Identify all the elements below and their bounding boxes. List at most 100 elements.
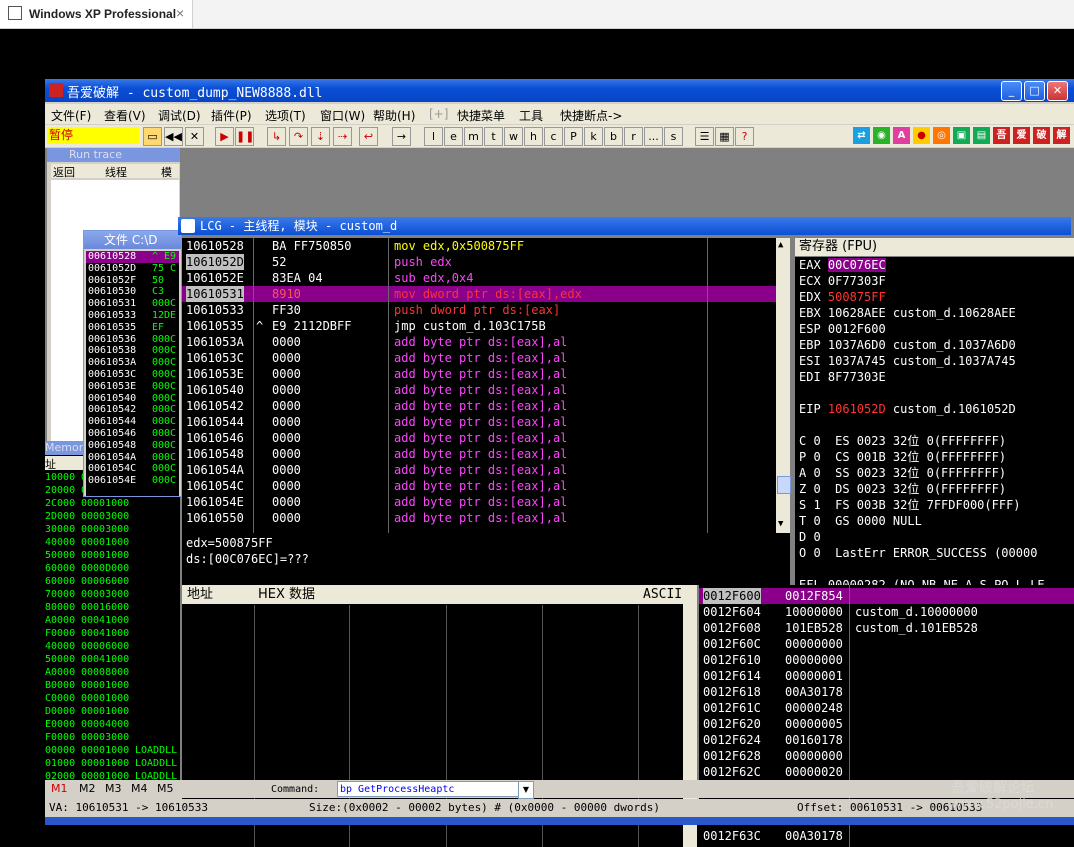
tb-w[interactable]: w: [504, 127, 523, 146]
menu-quick-bp[interactable]: 快捷断点->: [560, 107, 622, 124]
pause-icon[interactable]: ❚❚: [235, 127, 254, 146]
tb-l[interactable]: l: [424, 127, 443, 146]
file-row[interactable]: 0061053E 000C: [86, 381, 179, 393]
registers-header[interactable]: 寄存器 (FPU): [795, 238, 1074, 256]
disasm-scrollbar[interactable]: ▲ ▼: [776, 238, 791, 533]
trace-into-icon[interactable]: ⇣: [311, 127, 330, 146]
tb-p[interactable]: P: [564, 127, 583, 146]
file-row[interactable]: 00610531 000C: [86, 298, 179, 310]
file-row[interactable]: 00610542 000C: [86, 404, 179, 416]
menu-debug[interactable]: 调试(D): [158, 107, 201, 124]
register-row[interactable]: ESI 1037A745 custom_d.1037A745: [799, 353, 1016, 369]
col-return[interactable]: 返回: [53, 164, 75, 180]
register-row[interactable]: O 0 LastErr ERROR_SUCCESS (00000: [799, 545, 1037, 561]
stack-row[interactable]: 0012F618 00A30178: [699, 684, 1074, 700]
execute-till-return-icon[interactable]: ↩: [359, 127, 378, 146]
run-icon[interactable]: ▶: [215, 127, 234, 146]
stack-row[interactable]: 0012F63C 00A30178: [699, 828, 1074, 844]
disasm-row[interactable]: 1061054E 0000 add byte ptr ds:[eax],al: [182, 494, 776, 510]
disasm-row[interactable]: 10610546 0000 add byte ptr ds:[eax],al: [182, 430, 776, 446]
tb-e[interactable]: e: [444, 127, 463, 146]
goto-icon[interactable]: →: [392, 127, 411, 146]
close-x-icon[interactable]: ✕: [185, 127, 204, 146]
tb-b[interactable]: b: [604, 127, 623, 146]
register-row[interactable]: Z 0 DS 0023 32位 0(FFFFFFFF): [799, 481, 1006, 497]
register-row[interactable]: D 0: [799, 529, 821, 545]
file-row[interactable]: 0061052D 75 C: [86, 263, 179, 275]
dump-col-address[interactable]: 地址: [187, 585, 213, 604]
tab-m4[interactable]: M4: [131, 782, 148, 795]
register-row[interactable]: EBP 1037A6D0 custom_d.1037A6D0: [799, 337, 1016, 353]
tb-h[interactable]: h: [524, 127, 543, 146]
stack-row[interactable]: 0012F600 0012F854: [699, 588, 1074, 604]
tb-r[interactable]: r: [624, 127, 643, 146]
stack-row[interactable]: 0012F604 10000000 custom_d.10000000: [699, 604, 1074, 620]
stack-row[interactable]: 0012F61C 00000248: [699, 700, 1074, 716]
disasm-row[interactable]: 1061053E 0000 add byte ptr ds:[eax],al: [182, 366, 776, 382]
register-row[interactable]: EBX 10628AEE custom_d.10628AEE: [799, 305, 1016, 321]
menu-window[interactable]: 窗口(W): [320, 107, 365, 124]
register-row[interactable]: S 1 FS 003B 32位 7FFDF000(FFF): [799, 497, 1021, 513]
disasm-row[interactable]: 10610548 0000 add byte ptr ds:[eax],al: [182, 446, 776, 462]
step-over-icon[interactable]: ↷: [289, 127, 308, 146]
memory-list[interactable]: 10000 00001000 20000 00001000 2C000 00001000 2…: [45, 471, 180, 798]
disasm-row[interactable]: 1061052E 83EA 04 sub edx,0x4: [182, 270, 776, 286]
file-row[interactable]: 00610533 12DE: [86, 310, 179, 322]
tb-s[interactable]: s: [664, 127, 683, 146]
disasm-row[interactable]: 10610550 0000 add byte ptr ds:[eax],al: [182, 510, 776, 526]
disasm-row[interactable]: 1061052D 52 push edx: [182, 254, 776, 270]
file-row[interactable]: 00610546 000C: [86, 428, 179, 440]
disasm-row[interactable]: 10610531 8910 mov dword ptr ds:[eax],edx: [182, 286, 776, 302]
close-button[interactable]: ✕: [1047, 81, 1068, 101]
disasm-row[interactable]: 1061054C 0000 add byte ptr ds:[eax],al: [182, 478, 776, 494]
file-row[interactable]: 00610538 000C: [86, 345, 179, 357]
menu-file[interactable]: 文件(F): [51, 107, 91, 124]
register-row[interactable]: EDX 500875FF: [799, 289, 886, 305]
file-row[interactable]: 00610528 ^ E9 2: [86, 251, 179, 263]
file-row[interactable]: 0061053A 000C: [86, 357, 179, 369]
plugin6-icon[interactable]: ▣: [953, 127, 970, 144]
disassembly-pane[interactable]: 10610528 BA FF750850 mov edx,0x500875FF 106…: [182, 238, 790, 533]
plugin2-icon[interactable]: ◉: [873, 127, 890, 144]
step-into-icon[interactable]: ↳: [267, 127, 286, 146]
disasm-row[interactable]: 10610544 0000 add byte ptr ds:[eax],al: [182, 414, 776, 430]
menu-tools[interactable]: 工具: [519, 107, 543, 124]
tb-m[interactable]: m: [464, 127, 483, 146]
registers-pane[interactable]: EAX 00C076EC ECX 0F77303F EDX 500875FF EBX …: [795, 257, 1074, 587]
file-row[interactable]: 00610535 EF: [86, 322, 179, 334]
tb-c[interactable]: c: [544, 127, 563, 146]
disasm-row[interactable]: 10610540 0000 add byte ptr ds:[eax],al: [182, 382, 776, 398]
file-row[interactable]: 0061052F 50: [86, 275, 179, 287]
tab-m2[interactable]: M2: [79, 782, 96, 795]
scroll-thumb[interactable]: [777, 476, 791, 494]
file-row[interactable]: 0061054A 000C: [86, 452, 179, 464]
trace-over-icon[interactable]: ⇢: [333, 127, 352, 146]
tab-m3[interactable]: M3: [105, 782, 122, 795]
menu-plus[interactable]: [+]: [429, 107, 448, 121]
stack-row[interactable]: 0012F610 00000000: [699, 652, 1074, 668]
scroll-up-icon[interactable]: ▲: [778, 240, 783, 250]
menu-plugins[interactable]: 插件(P): [211, 107, 252, 124]
logo-char-1[interactable]: 吾: [993, 127, 1010, 144]
stack-row[interactable]: 0012F624 00160178: [699, 732, 1074, 748]
file-row[interactable]: 00610536 000C: [86, 334, 179, 346]
plugin1-icon[interactable]: ⇄: [853, 127, 870, 144]
menu-view[interactable]: 查看(V): [104, 107, 146, 124]
command-dropdown-icon[interactable]: ▼: [518, 781, 534, 799]
file-row[interactable]: 0061053C 000C: [86, 369, 179, 381]
tb-k[interactable]: k: [584, 127, 603, 146]
tb-t[interactable]: t: [484, 127, 503, 146]
logo-char-3[interactable]: 破: [1033, 127, 1050, 144]
register-row[interactable]: EAX 00C076EC: [799, 257, 886, 273]
register-row[interactable]: ECX 0F77303F: [799, 273, 886, 289]
register-row[interactable]: C 0 ES 0023 32位 0(FFFFFFFF): [799, 433, 1006, 449]
plugin3-icon[interactable]: A: [893, 127, 910, 144]
disasm-row[interactable]: 1061053A 0000 add byte ptr ds:[eax],al: [182, 334, 776, 350]
tb-dots[interactable]: ...: [644, 127, 663, 146]
file-row[interactable]: 0061054C 000C: [86, 463, 179, 475]
grid-icon[interactable]: ▦: [715, 127, 734, 146]
tab-m5[interactable]: M5: [157, 782, 174, 795]
tab-m1[interactable]: M1: [51, 782, 68, 795]
register-row[interactable]: EDI 8F77303E: [799, 369, 886, 385]
minimize-button[interactable]: _: [1001, 81, 1022, 101]
